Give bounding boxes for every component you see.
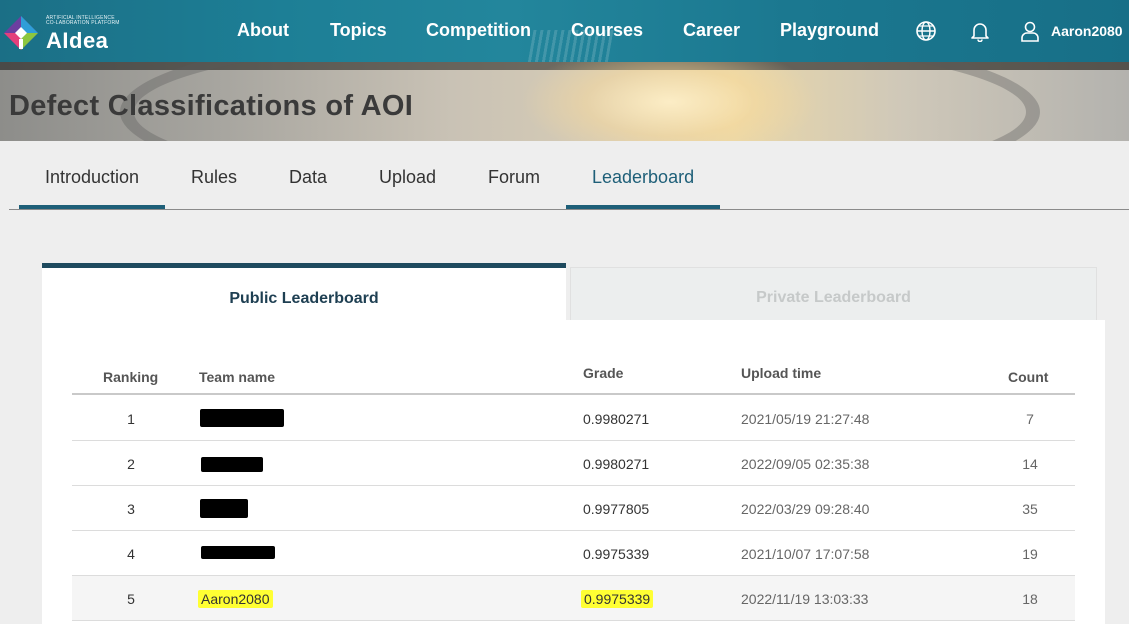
- leaderboard-tabs: Public Leaderboard Private Leaderboard: [42, 263, 1097, 320]
- logo-diamond-icon: [4, 16, 38, 50]
- count-cell: 14: [1022, 456, 1038, 472]
- col-team-name: Team name: [199, 369, 275, 385]
- table-header: Ranking Team name Grade Upload time Coun…: [72, 320, 1075, 395]
- col-grade: Grade: [583, 365, 624, 381]
- redacted-team-name: [200, 409, 284, 427]
- table-row-current-user: 5 Aaron2080 0.9975339 2022/11/19 13:03:3…: [72, 576, 1075, 621]
- count-cell: 7: [1026, 411, 1034, 427]
- count-cell: 19: [1022, 546, 1038, 562]
- rank-cell: 3: [127, 501, 135, 517]
- nav-career[interactable]: Career: [683, 20, 740, 41]
- grade-cell: 0.9980271: [583, 411, 650, 427]
- count-cell: 35: [1022, 501, 1038, 517]
- team-name-cell: Aaron2080: [198, 590, 273, 608]
- aidea-logo[interactable]: ARTIFICIAL INTELLIGENCE CO-LABORATION PL…: [2, 10, 122, 54]
- grade-cell: 0.9977805: [583, 501, 650, 517]
- nav-playground[interactable]: Playground: [780, 20, 879, 41]
- upload-time-cell: 2021/10/07 17:07:58: [741, 546, 870, 562]
- tabs-divider: [9, 209, 1129, 210]
- table-row: 2 0.9980271 2022/09/05 02:35:38 14: [72, 441, 1075, 486]
- redacted-team-name: [201, 457, 263, 472]
- table-row: 1 0.9980271 2021/05/19 21:27:48 7: [72, 396, 1075, 441]
- top-navbar: ARTIFICIAL INTELLIGENCE CO-LABORATION PL…: [0, 0, 1129, 62]
- rank-cell: 2: [127, 456, 135, 472]
- nav-courses[interactable]: Courses: [571, 20, 643, 41]
- private-leaderboard-label: Private Leaderboard: [756, 289, 911, 306]
- tab-data[interactable]: Data: [289, 167, 327, 188]
- tab-rules[interactable]: Rules: [191, 167, 237, 188]
- rank-cell: 5: [127, 591, 135, 607]
- upload-time-cell: 2021/05/19 21:27:48: [741, 411, 870, 427]
- tab-upload[interactable]: Upload: [379, 167, 436, 188]
- hero-banner: Defect Classifications of AOI: [0, 62, 1129, 141]
- count-cell: 18: [1022, 591, 1038, 607]
- upload-time-cell: 2022/09/05 02:35:38: [741, 456, 870, 472]
- upload-time-cell: 2022/11/19 13:03:33: [741, 591, 869, 607]
- nav-topics[interactable]: Topics: [330, 20, 387, 41]
- leaderboard-table: Ranking Team name Grade Upload time Coun…: [42, 320, 1105, 624]
- tab-private-leaderboard[interactable]: Private Leaderboard: [570, 267, 1097, 320]
- upload-time-cell: 2022/03/29 09:28:40: [741, 501, 870, 517]
- tab-forum[interactable]: Forum: [488, 167, 540, 188]
- rank-cell: 4: [127, 546, 135, 562]
- rank-cell: 1: [127, 411, 135, 427]
- col-upload-time: Upload time: [741, 365, 822, 381]
- table-row: 3 0.9977805 2022/03/29 09:28:40 35: [72, 486, 1075, 531]
- bell-icon[interactable]: [969, 20, 991, 42]
- logo-subtext: ARTIFICIAL INTELLIGENCE CO-LABORATION PL…: [46, 15, 120, 26]
- grade-cell: 0.9980271: [583, 456, 650, 472]
- user-icon[interactable]: [1019, 20, 1041, 42]
- table-row: 4 0.9975339 2021/10/07 17:07:58 19: [72, 531, 1075, 576]
- logo-wordmark: AIdea: [46, 28, 109, 53]
- col-ranking: Ranking: [103, 369, 159, 385]
- grade-cell: 0.9975339: [581, 590, 654, 608]
- tab-leaderboard[interactable]: Leaderboard: [592, 167, 694, 188]
- page-title: Defect Classifications of AOI: [9, 90, 414, 122]
- redacted-team-name: [200, 499, 248, 518]
- nav-about[interactable]: About: [237, 20, 289, 41]
- grade-highlighted: 0.9975339: [581, 590, 654, 608]
- team-name-highlighted: Aaron2080: [198, 590, 273, 608]
- tab-public-leaderboard[interactable]: Public Leaderboard: [42, 263, 566, 320]
- tab-introduction[interactable]: Introduction: [45, 167, 139, 188]
- grade-cell: 0.9975339: [583, 546, 650, 562]
- col-count: Count: [1008, 369, 1049, 385]
- nav-competition[interactable]: Competition: [426, 20, 531, 41]
- competition-tabs: Introduction Rules Data Upload Forum Lea…: [0, 141, 1129, 211]
- redacted-team-name: [201, 546, 275, 559]
- globe-icon[interactable]: [915, 20, 937, 42]
- public-leaderboard-label: Public Leaderboard: [229, 290, 379, 307]
- username-label[interactable]: Aaron2080: [1051, 23, 1123, 39]
